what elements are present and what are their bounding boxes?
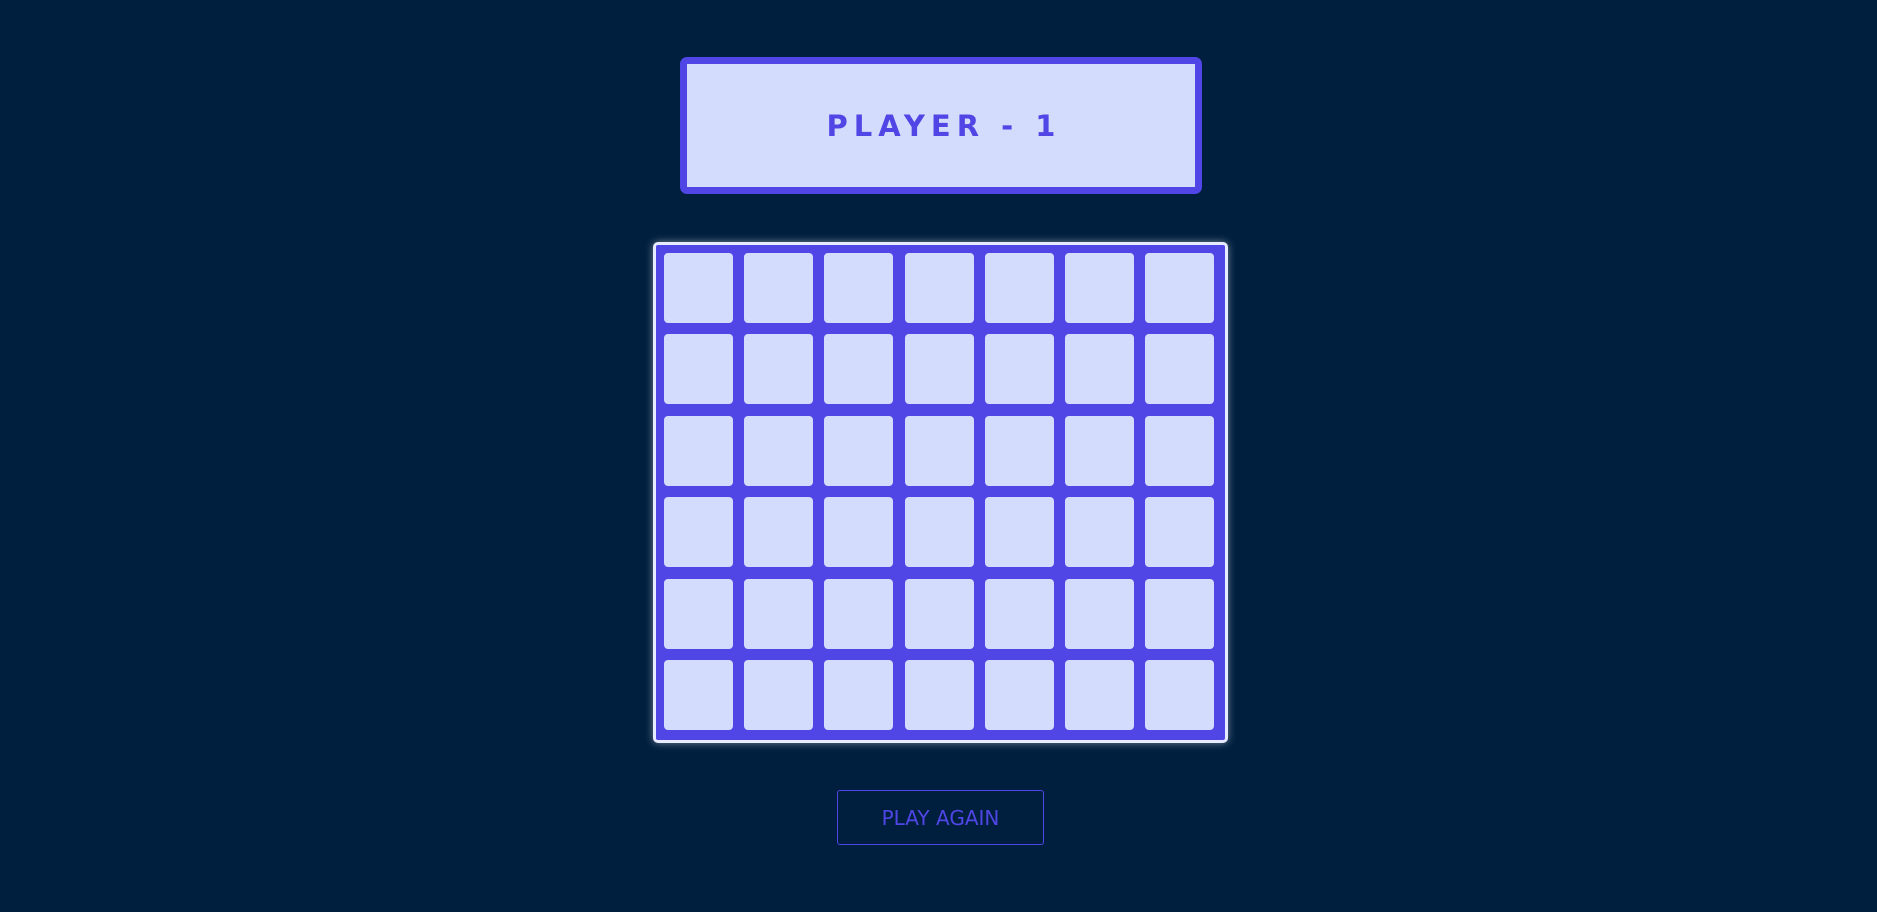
board-cell[interactable]: [664, 579, 733, 649]
board-cell[interactable]: [744, 253, 813, 323]
board-cell[interactable]: [905, 497, 974, 567]
board-cell[interactable]: [744, 660, 813, 730]
board-cell[interactable]: [985, 660, 1054, 730]
board-cell[interactable]: [664, 497, 733, 567]
board-cell[interactable]: [744, 497, 813, 567]
board-cell[interactable]: [905, 334, 974, 404]
board-cell[interactable]: [824, 579, 893, 649]
board-cell[interactable]: [1065, 579, 1134, 649]
board-cell[interactable]: [1065, 253, 1134, 323]
board-cell[interactable]: [1145, 579, 1214, 649]
current-player-label: PLAYER - 1: [826, 108, 1062, 143]
board-cell[interactable]: [905, 660, 974, 730]
board-cell[interactable]: [824, 497, 893, 567]
board-cell[interactable]: [1145, 416, 1214, 486]
board-cell[interactable]: [744, 416, 813, 486]
play-again-button[interactable]: PLAY AGAIN: [837, 790, 1044, 845]
board-cell[interactable]: [1145, 660, 1214, 730]
board-cell[interactable]: [1065, 334, 1134, 404]
game-board: [653, 242, 1228, 743]
board-cell[interactable]: [1065, 497, 1134, 567]
board-cell[interactable]: [1065, 660, 1134, 730]
board-cell[interactable]: [744, 334, 813, 404]
board-cell[interactable]: [664, 253, 733, 323]
board-cell[interactable]: [985, 253, 1054, 323]
current-player-banner: PLAYER - 1: [680, 57, 1202, 194]
board-cell[interactable]: [664, 334, 733, 404]
board-cell[interactable]: [664, 660, 733, 730]
board-cell[interactable]: [985, 334, 1054, 404]
board-cell[interactable]: [985, 497, 1054, 567]
board-cell[interactable]: [824, 416, 893, 486]
board-cell[interactable]: [1065, 416, 1134, 486]
board-cell[interactable]: [1145, 334, 1214, 404]
board-cell[interactable]: [824, 660, 893, 730]
board-cell[interactable]: [905, 579, 974, 649]
board-cell[interactable]: [824, 334, 893, 404]
board-cell[interactable]: [985, 416, 1054, 486]
board-cell[interactable]: [1145, 253, 1214, 323]
board-cell[interactable]: [905, 253, 974, 323]
board-cell[interactable]: [985, 579, 1054, 649]
board-cell[interactable]: [744, 579, 813, 649]
board-cell[interactable]: [1145, 497, 1214, 567]
board-cell[interactable]: [905, 416, 974, 486]
board-cell[interactable]: [664, 416, 733, 486]
board-cell[interactable]: [824, 253, 893, 323]
